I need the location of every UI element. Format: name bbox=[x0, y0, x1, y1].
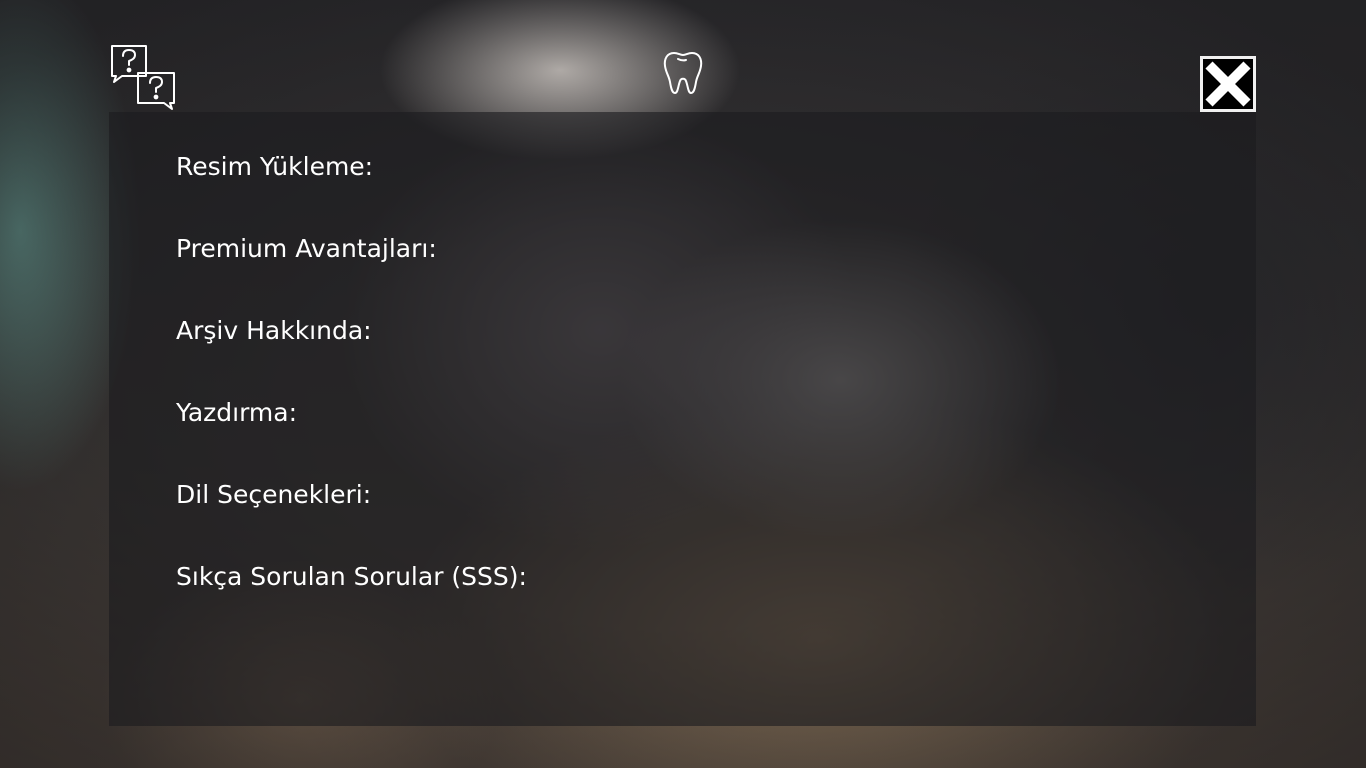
faq-item-faq[interactable]: Sıkça Sorulan Sorular (SSS): bbox=[176, 558, 527, 596]
faq-list: Resim Yükleme: Premium Avantajları: Arşi… bbox=[176, 148, 527, 640]
faq-item-premium-benefits[interactable]: Premium Avantajları: bbox=[176, 230, 527, 268]
faq-item-archive-info[interactable]: Arşiv Hakkında: bbox=[176, 312, 527, 350]
faq-item-language-options[interactable]: Dil Seçenekleri: bbox=[176, 476, 527, 514]
help-questions-icon[interactable] bbox=[108, 43, 178, 111]
tooth-icon bbox=[662, 50, 704, 96]
close-button[interactable] bbox=[1200, 56, 1256, 112]
faq-item-printing[interactable]: Yazdırma: bbox=[176, 394, 527, 432]
close-icon bbox=[1203, 59, 1253, 109]
faq-item-image-upload[interactable]: Resim Yükleme: bbox=[176, 148, 527, 186]
